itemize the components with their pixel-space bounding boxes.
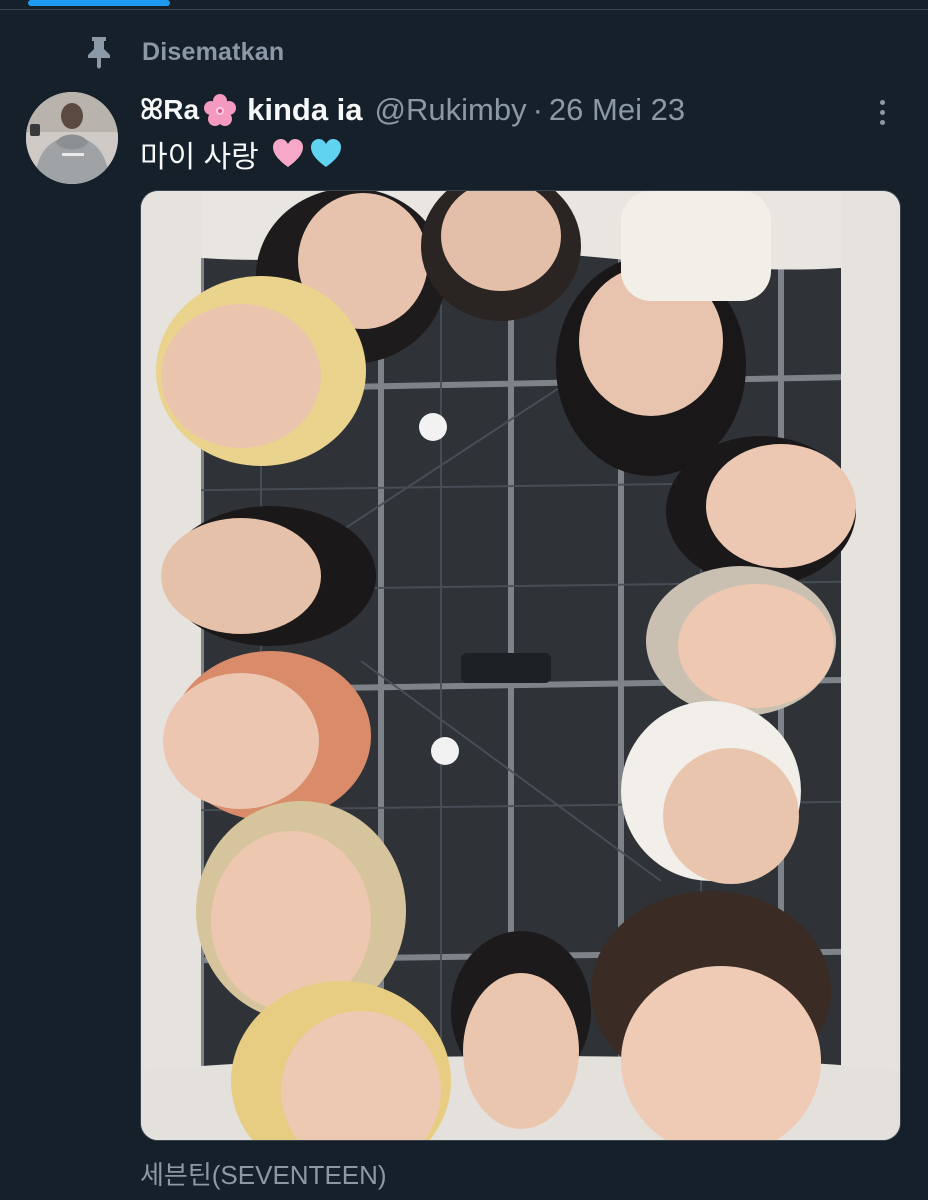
- more-vertical-icon[interactable]: [862, 92, 902, 132]
- avatar[interactable]: [26, 92, 118, 184]
- cherry-blossom-icon: [203, 93, 237, 127]
- media-caption: 세븐틴(SEVENTEEN): [140, 1160, 387, 1190]
- pinned-indicator: Disematkan: [84, 34, 284, 70]
- active-tab-indicator: [28, 0, 170, 6]
- author-name-prefix: ꕤRa: [140, 93, 200, 125]
- pin-icon: [84, 35, 114, 69]
- separator-dot: ·: [532, 92, 543, 127]
- light-blue-heart-icon: [309, 137, 343, 171]
- tweet-header: ꕤRa kinda ia @Rukimby · 26 Mei 23: [140, 88, 685, 132]
- author-name-suffix: kinda ia: [247, 92, 363, 127]
- tweet-photo[interactable]: [140, 190, 901, 1141]
- tweet-timestamp[interactable]: 26 Mei 23: [549, 92, 685, 128]
- pink-heart-icon: [271, 137, 305, 171]
- author-handle[interactable]: @Rukimby: [375, 92, 527, 128]
- header-divider: [0, 9, 928, 10]
- pinned-label: Disematkan: [142, 37, 285, 66]
- author-display-name[interactable]: ꕤRa kinda ia: [140, 92, 363, 128]
- tweet-text-content: 마이 사랑: [140, 141, 259, 174]
- tweet-text: 마이 사랑: [140, 134, 343, 174]
